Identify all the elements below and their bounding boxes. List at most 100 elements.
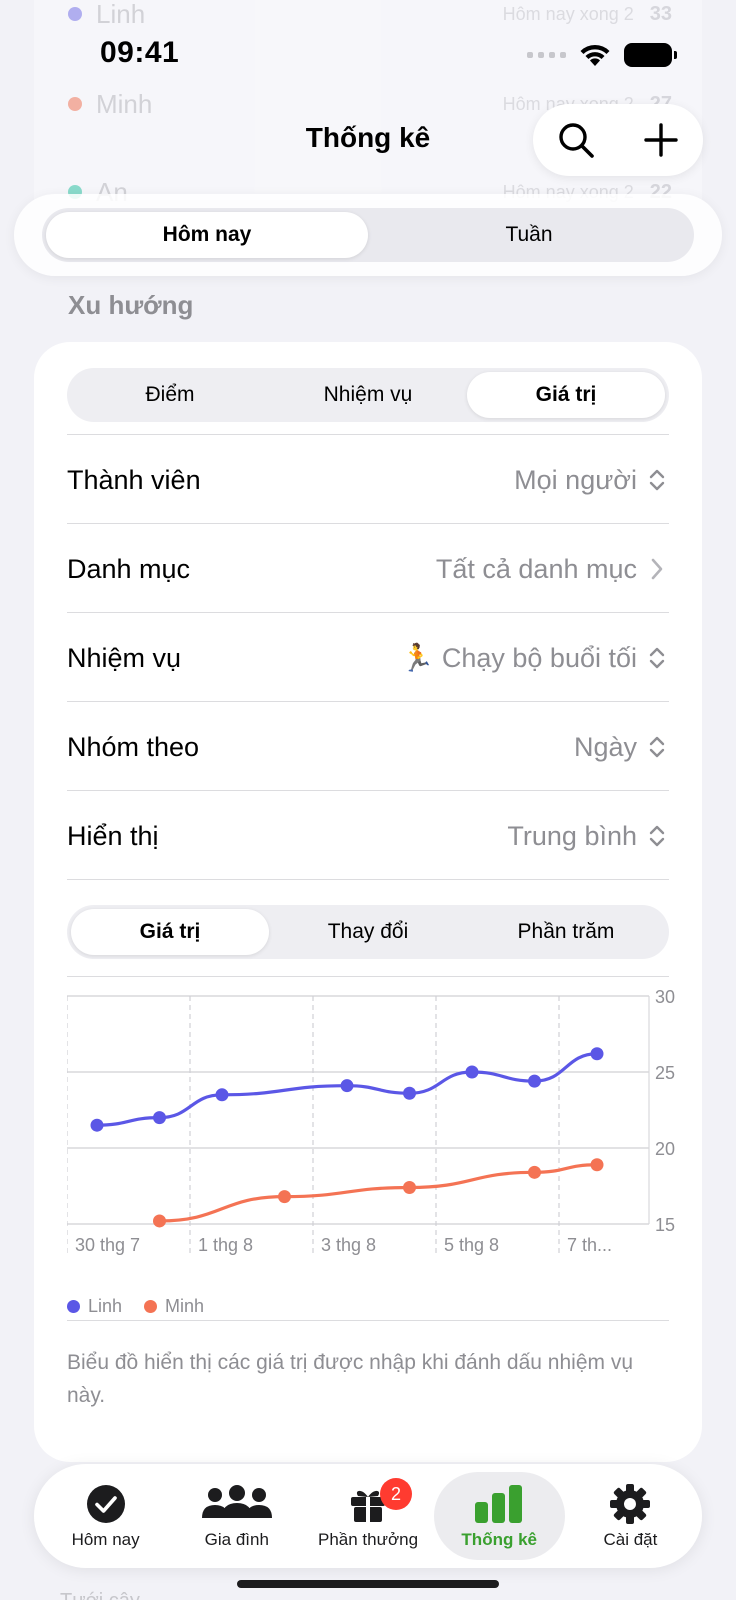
- member-subtitle: Hôm nay xong 2: [502, 3, 634, 24]
- updown-chevron-icon: [645, 732, 669, 762]
- tab-display-value[interactable]: Giá trị: [71, 909, 269, 955]
- filter-value: 🏃 Chạy bộ buổi tối: [400, 643, 637, 673]
- color-dot: [68, 7, 82, 21]
- tab-display-percent[interactable]: Phần trăm: [467, 909, 665, 955]
- status-bar: 09:41: [0, 30, 736, 78]
- period-segmented-control: Hôm nay Tuần: [14, 194, 722, 276]
- notification-badge: 2: [380, 1478, 412, 1510]
- trend-card: Điểm Nhiệm vụ Giá trị Thành viên Mọi ngư…: [34, 342, 702, 1462]
- updown-chevron-icon: [645, 821, 669, 851]
- data-point: [90, 1118, 104, 1132]
- filter-label: Hiển thị: [67, 820, 159, 851]
- legend-swatch: [67, 1300, 80, 1313]
- tabbar-item-rewards[interactable]: 2 Phần thưởng: [302, 1472, 433, 1560]
- data-point: [153, 1111, 166, 1125]
- plus-icon: [643, 123, 678, 157]
- tab-bar: Hôm nay Gia đình 2 Phần thưởng Thống kê …: [34, 1464, 702, 1568]
- y-tick-label: 25: [655, 1063, 675, 1083]
- tab-today[interactable]: Hôm nay: [46, 212, 368, 258]
- y-tick-label: 15: [655, 1215, 675, 1235]
- filter-task[interactable]: Nhiệm vụ 🏃 Chạy bộ buổi tối: [67, 613, 669, 703]
- tabbar-label: Cài đặt: [603, 1530, 658, 1549]
- divider: [67, 879, 669, 880]
- chart-caption: Biểu đồ hiển thị các giá trị được nhập k…: [67, 1351, 634, 1407]
- search-icon: [558, 123, 594, 158]
- chevron-right-icon: [645, 554, 669, 584]
- tabbar-label: Thống kê: [461, 1530, 537, 1549]
- color-dot: [68, 97, 82, 111]
- data-point: [528, 1165, 541, 1179]
- filter-group-by[interactable]: Nhóm theo Ngày: [67, 702, 669, 792]
- checkmark-circle-icon: [85, 1482, 127, 1526]
- x-tick-label: 7 th...: [567, 1235, 612, 1255]
- battery-icon: [624, 43, 677, 67]
- data-point: [528, 1074, 541, 1088]
- cellular-signal-icon: [527, 52, 566, 58]
- chart-legend: Linh Minh: [67, 1296, 204, 1317]
- legend-label: Linh: [88, 1296, 123, 1316]
- tabbar-label: Phần thưởng: [317, 1530, 419, 1549]
- trend-line-chart: 15 20 25 30 30 thg 7 1 thg 8 3 thg 8 5 thg 8 7 t…: [67, 990, 675, 1255]
- tab-points[interactable]: Điểm: [71, 372, 269, 418]
- display-segmented-control: Giá trị Thay đổi Phần trăm: [67, 905, 669, 959]
- tab-display-change[interactable]: Thay đổi: [269, 909, 467, 955]
- gear-icon: [609, 1482, 651, 1526]
- filter-category[interactable]: Danh mục Tất cả danh mục: [67, 524, 669, 614]
- data-point: [153, 1214, 166, 1228]
- legend-item: Linh: [67, 1296, 122, 1317]
- tab-week[interactable]: Tuần: [368, 212, 690, 258]
- filter-value: Ngày: [573, 731, 637, 762]
- data-point: [215, 1088, 229, 1102]
- faded-list-item: Tưới cây: [60, 1590, 140, 1600]
- data-point: [278, 1190, 291, 1204]
- tabbar-item-stats[interactable]: Thống kê: [433, 1472, 565, 1560]
- divider: [67, 1320, 669, 1321]
- data-point: [590, 1158, 604, 1172]
- search-button[interactable]: [548, 112, 604, 168]
- member-name: Linh: [96, 0, 146, 29]
- filter-display[interactable]: Hiển thị Trung bình: [67, 791, 669, 881]
- legend-swatch: [144, 1300, 158, 1313]
- updown-chevron-icon: [645, 465, 669, 495]
- updown-chevron-icon: [645, 643, 669, 673]
- filter-label: Thành viên: [67, 464, 201, 495]
- tabbar-item-today[interactable]: Hôm nay: [40, 1472, 171, 1560]
- status-time: 09:41: [100, 36, 180, 69]
- filter-member[interactable]: Thành viên Mọi người: [67, 435, 669, 525]
- tabbar-item-settings[interactable]: Cài đặt: [565, 1472, 696, 1560]
- data-point: [465, 1065, 479, 1079]
- header-actions: [533, 104, 703, 176]
- home-indicator: [237, 1580, 499, 1588]
- data-point: [403, 1086, 416, 1100]
- filter-label: Danh mục: [67, 553, 191, 584]
- x-tick-label: 5 thg 8: [444, 1235, 499, 1255]
- list-item: Linh Hôm nay xong 2 33: [34, 0, 702, 34]
- x-tick-label: 3 thg 8: [321, 1235, 376, 1255]
- wifi-icon: [580, 44, 610, 66]
- tabbar-label: Hôm nay: [71, 1530, 140, 1549]
- filter-value: Tất cả danh mục: [435, 553, 637, 584]
- data-point: [340, 1079, 354, 1093]
- x-tick-label: 1 thg 8: [198, 1235, 253, 1255]
- filter-value: Trung bình: [507, 820, 637, 851]
- member-count: 33: [649, 2, 672, 25]
- metric-segmented-control: Điểm Nhiệm vụ Giá trị: [67, 368, 669, 422]
- tab-value[interactable]: Giá trị: [467, 372, 665, 418]
- legend-item: Minh: [144, 1296, 204, 1317]
- member-name: Minh: [96, 88, 153, 119]
- people-icon: [201, 1482, 273, 1526]
- filter-label: Nhóm theo: [67, 731, 200, 762]
- divider: [67, 976, 669, 977]
- y-tick-label: 30: [655, 990, 675, 1007]
- filter-label: Nhiệm vụ: [67, 642, 182, 673]
- y-tick-label: 20: [655, 1139, 675, 1159]
- tabbar-item-family[interactable]: Gia đình: [171, 1472, 302, 1560]
- legend-label: Minh: [165, 1296, 205, 1316]
- data-point: [403, 1181, 416, 1195]
- data-point: [590, 1047, 604, 1061]
- bar-chart-icon: [474, 1482, 524, 1526]
- tab-tasks[interactable]: Nhiệm vụ: [269, 372, 467, 418]
- filter-value: Mọi người: [514, 464, 637, 495]
- tabbar-label: Gia đình: [204, 1530, 269, 1549]
- add-button[interactable]: [633, 112, 689, 168]
